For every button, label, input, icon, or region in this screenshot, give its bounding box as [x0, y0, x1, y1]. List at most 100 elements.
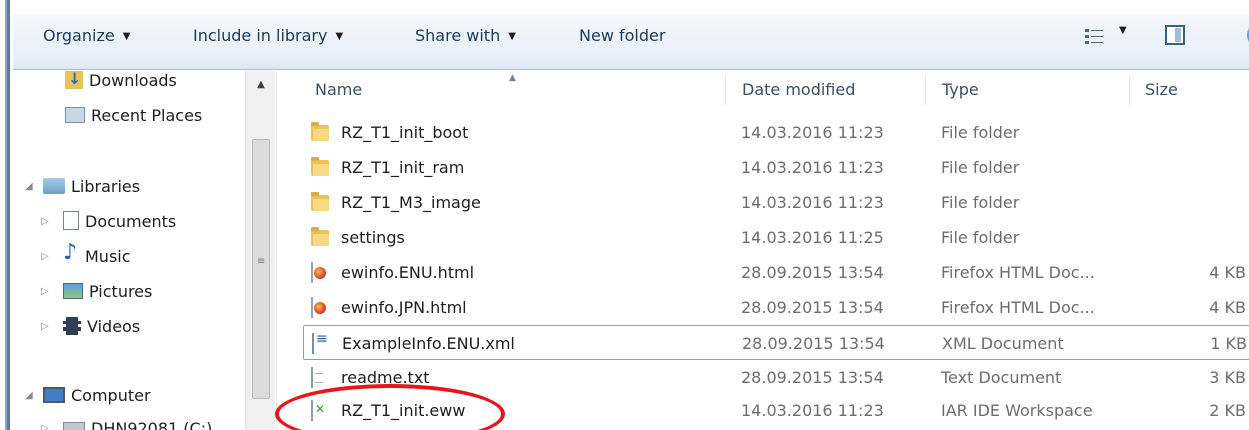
sort-ascending-icon: ▲ — [509, 73, 516, 83]
nav-item-libraries[interactable]: Libraries — [43, 175, 140, 199]
expanded-arrow-icon[interactable]: ◢ — [25, 175, 33, 199]
file-row[interactable]: RZ_T1_init_boot 14.03.2016 11:23 File fo… — [303, 115, 1249, 150]
file-size: 4 KB — [1209, 263, 1246, 282]
file-type: File folder — [941, 123, 1020, 142]
file-date-modified: 28.09.2015 13:54 — [741, 263, 884, 282]
nav-item-label: Recent Places — [91, 106, 203, 125]
pictures-icon — [63, 282, 83, 299]
expanded-arrow-icon[interactable]: ◢ — [25, 384, 33, 408]
file-type: XML Document — [942, 334, 1064, 353]
file-list: ▲ Name Date modified Type Size RZ_T1_ini… — [276, 71, 1249, 430]
column-divider[interactable] — [1129, 75, 1130, 105]
file-type: Text Document — [941, 368, 1062, 387]
scrollbar-thumb[interactable]: ≡ — [252, 139, 270, 399]
file-date-modified: 14.03.2016 11:23 — [741, 158, 884, 177]
collapsed-arrow-icon[interactable]: ▷ — [41, 280, 49, 304]
file-size: 2 KB — [1209, 401, 1246, 420]
file-row-focused[interactable]: ExampleInfo.ENU.xml 28.09.2015 13:54 XML… — [303, 325, 1249, 360]
organize-button[interactable]: Organize ▼ — [43, 22, 130, 50]
file-row[interactable]: ewinfo.ENU.html 28.09.2015 13:54 Firefox… — [303, 255, 1249, 290]
collapsed-arrow-icon[interactable]: ▷ — [41, 210, 49, 234]
nav-item-pictures[interactable]: Pictures — [63, 280, 152, 304]
column-header-size[interactable]: Size — [1145, 71, 1178, 109]
nav-item-label: Documents — [85, 212, 177, 231]
file-row[interactable]: readme.txt 28.09.2015 13:54 Text Documen… — [303, 360, 1249, 395]
file-type: File folder — [941, 193, 1020, 212]
nav-item-label: Libraries — [71, 177, 141, 196]
collapsed-arrow-icon[interactable]: ▷ — [41, 245, 49, 269]
nav-item-downloads[interactable]: Downloads — [65, 67, 177, 93]
column-header-type[interactable]: Type — [942, 71, 979, 109]
chevron-down-icon: ▼ — [508, 31, 516, 42]
column-header-row: ▲ Name Date modified Type Size — [277, 71, 1249, 109]
file-size: 3 KB — [1209, 368, 1246, 387]
chevron-down-icon: ▼ — [335, 31, 344, 42]
column-header-date-modified[interactable]: Date modified — [742, 71, 855, 109]
window-left-edge — [0, 0, 10, 430]
file-row[interactable]: settings 14.03.2016 11:25 File folder — [303, 220, 1249, 255]
file-row[interactable]: ewinfo.JPN.html 28.09.2015 13:54 Firefox… — [303, 290, 1249, 325]
file-type: File folder — [941, 228, 1020, 247]
downloads-folder-icon — [65, 67, 83, 91]
file-size — [1183, 185, 1246, 220]
nav-item-music[interactable]: Music — [63, 241, 131, 269]
folder-icon — [311, 122, 329, 141]
navigation-pane: Downloads Recent Places ◢ Libraries ▷ Do… — [13, 67, 275, 430]
file-name: RZ_T1_M3_image — [341, 193, 481, 212]
new-folder-label: New folder — [579, 26, 666, 45]
nav-item-label: DHN92081 (C:) — [91, 419, 213, 430]
file-name: readme.txt — [341, 368, 430, 387]
file-name: ewinfo.ENU.html — [341, 263, 475, 282]
view-options-chevron-icon[interactable]: ▼ — [1119, 25, 1127, 36]
collapsed-arrow-icon[interactable]: ▷ — [41, 417, 49, 430]
preview-pane-icon[interactable] — [1165, 25, 1185, 45]
file-date-modified: 14.03.2016 11:23 — [741, 401, 884, 420]
file-type: File folder — [941, 158, 1020, 177]
file-row[interactable]: RZ_T1_M3_image 14.03.2016 11:23 File fol… — [303, 185, 1249, 220]
documents-icon — [63, 211, 79, 230]
file-size: 4 KB — [1209, 298, 1246, 317]
file-type: IAR IDE Workspace — [941, 401, 1093, 420]
column-divider[interactable] — [725, 75, 726, 105]
nav-item-label: Music — [85, 247, 131, 266]
nav-item-recent-places[interactable]: Recent Places — [65, 104, 202, 128]
file-row[interactable]: RZ_T1_init.eww 14.03.2016 11:23 IAR IDE … — [303, 393, 1249, 428]
videos-icon — [63, 316, 81, 335]
nav-item-computer[interactable]: Computer — [43, 384, 151, 408]
firefox-html-icon — [311, 262, 313, 283]
include-in-library-label: Include in library — [193, 26, 328, 45]
file-name: settings — [341, 228, 405, 247]
organize-label: Organize — [43, 26, 115, 45]
computer-icon — [43, 386, 65, 403]
include-in-library-button[interactable]: Include in library ▼ — [193, 22, 343, 50]
file-name: RZ_T1_init_ram — [341, 158, 465, 177]
new-folder-button[interactable]: New folder — [579, 22, 665, 50]
music-icon — [63, 241, 79, 265]
file-name: ExampleInfo.ENU.xml — [342, 334, 515, 353]
column-divider[interactable] — [925, 75, 926, 105]
scrollbar-grip-icon: ≡ — [257, 256, 266, 267]
file-date-modified: 14.03.2016 11:23 — [741, 193, 884, 212]
scroll-up-arrow-icon[interactable]: ▲ — [246, 71, 276, 99]
collapsed-arrow-icon[interactable]: ▷ — [41, 315, 49, 339]
nav-item-label: Videos — [87, 317, 141, 336]
column-header-name[interactable]: Name — [315, 71, 362, 109]
nav-item-documents[interactable]: Documents — [63, 210, 176, 234]
file-type: Firefox HTML Doc... — [941, 298, 1095, 317]
nav-item-label: Pictures — [89, 282, 153, 301]
share-with-label: Share with — [415, 26, 501, 45]
recent-places-icon — [65, 106, 85, 123]
nav-item-videos[interactable]: Videos — [63, 315, 140, 339]
nav-item-drive-c[interactable]: DHN92081 (C:) — [63, 417, 212, 430]
folder-icon — [311, 192, 329, 211]
file-date-modified: 14.03.2016 11:25 — [741, 228, 884, 247]
file-name: ewinfo.JPN.html — [341, 298, 467, 317]
file-date-modified: 28.09.2015 13:54 — [741, 368, 884, 387]
file-size — [1183, 150, 1246, 185]
change-view-icon[interactable] — [1085, 28, 1103, 44]
share-with-button[interactable]: Share with ▼ — [415, 22, 516, 50]
navigation-scrollbar[interactable]: ▲ ≡ — [245, 71, 275, 430]
firefox-html-icon — [311, 297, 313, 318]
file-date-modified: 28.09.2015 13:54 — [741, 298, 884, 317]
file-row[interactable]: RZ_T1_init_ram 14.03.2016 11:23 File fol… — [303, 150, 1249, 185]
